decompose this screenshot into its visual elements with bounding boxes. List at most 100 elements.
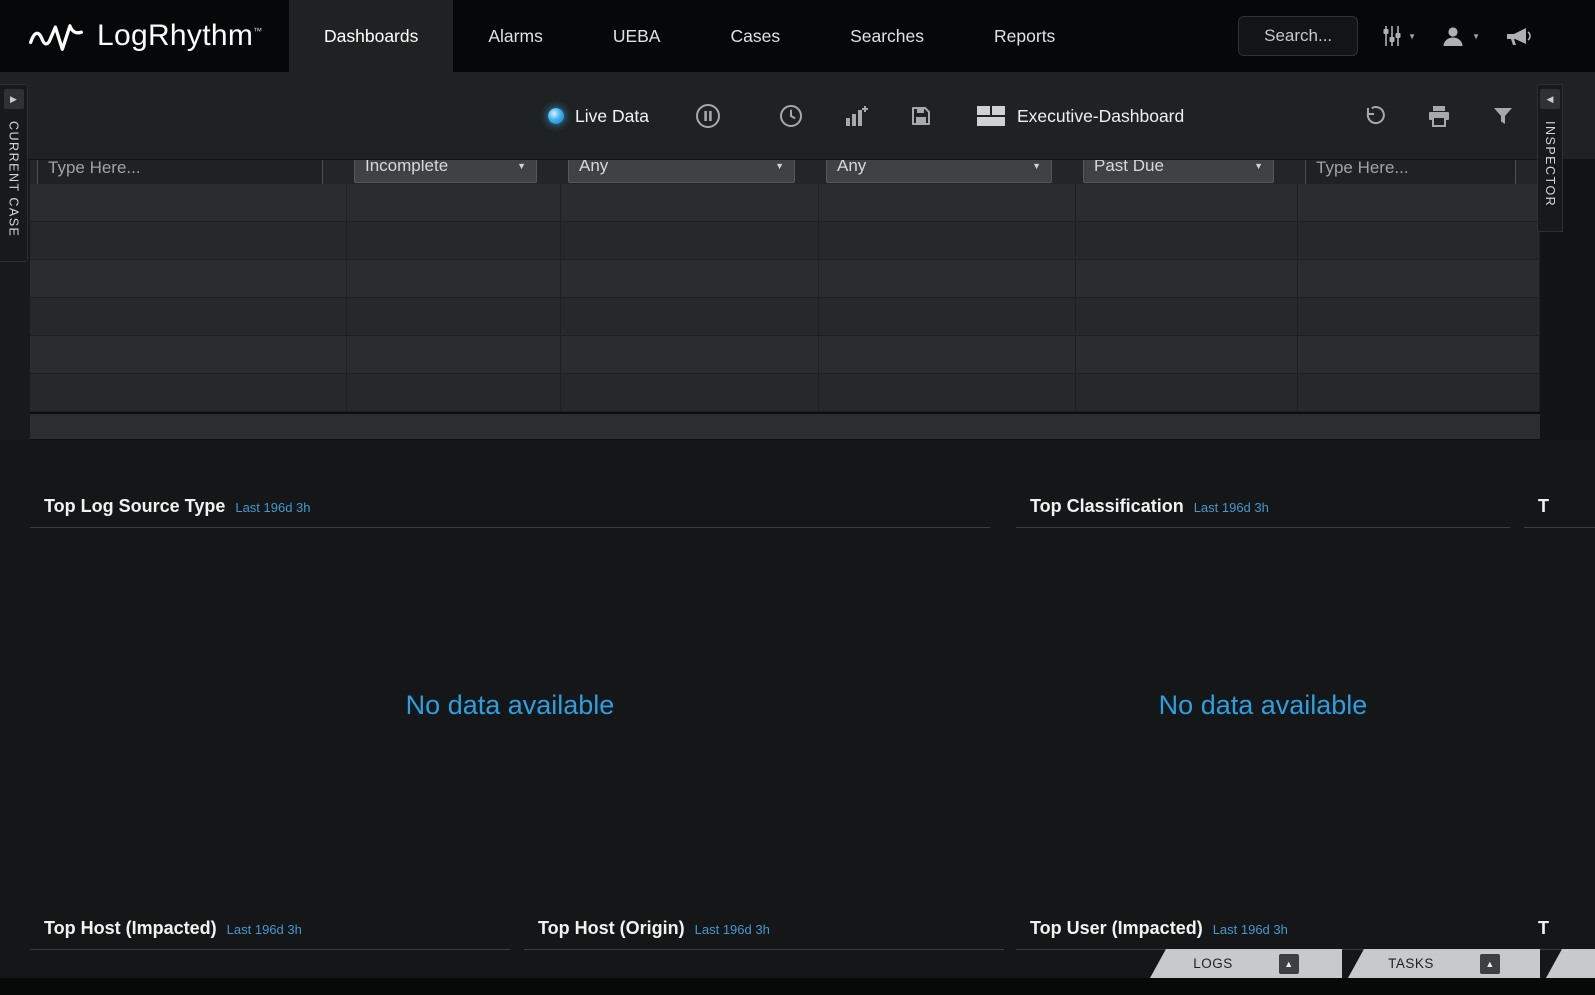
status-filter-dropdown[interactable]: Incomplete ▼ (354, 160, 537, 183)
chart-add-icon (843, 104, 869, 128)
table-cell (30, 260, 347, 297)
nav-tab-cases[interactable]: Cases (695, 0, 815, 72)
table-cell (819, 374, 1076, 411)
grid-filter-row: Incomplete ▼ Any ▼ Any ▼ Past Due (30, 160, 1540, 184)
print-button[interactable] (1427, 105, 1451, 127)
no-data-message: No data available (30, 690, 990, 721)
expand-up-icon[interactable]: ▲ (1279, 954, 1299, 974)
widget-timespan[interactable]: Last 196d 3h (1213, 922, 1288, 937)
announcements-button[interactable] (1504, 24, 1532, 48)
text-filter-input[interactable] (1305, 160, 1516, 184)
chevron-down-icon: ▼ (1408, 32, 1416, 41)
user-icon (1440, 24, 1466, 48)
widget-timespan[interactable]: Last 196d 3h (1194, 500, 1269, 515)
table-row[interactable] (30, 184, 1540, 222)
table-cell (1076, 222, 1298, 259)
tag-filter-value: Any (837, 160, 866, 176)
table-cell (819, 222, 1076, 259)
cases-grid: Incomplete ▼ Any ▼ Any ▼ Past Due (30, 160, 1540, 439)
table-cell (1298, 222, 1540, 259)
dashboard-selector[interactable]: Executive-Dashboard (977, 106, 1184, 127)
filter-cell: Any ▼ (561, 160, 819, 184)
settings-menu[interactable]: ▼ (1382, 25, 1416, 47)
table-row[interactable] (30, 374, 1540, 412)
save-dashboard-button[interactable] (909, 104, 933, 128)
current-case-panel-tab[interactable]: ▶ CURRENT CASE (0, 84, 28, 262)
table-cell (1076, 374, 1298, 411)
table-cell (819, 260, 1076, 297)
due-filter-value: Past Due (1094, 160, 1164, 176)
table-cell (30, 184, 347, 221)
bottom-drawer-bar: LOGS ▲ TASKS ▲ (0, 949, 1595, 978)
pause-button[interactable] (695, 103, 721, 129)
table-cell (561, 184, 819, 221)
table-cell (1076, 184, 1298, 221)
collapse-left-icon[interactable]: ◀ (1540, 89, 1560, 109)
chevron-down-icon: ▼ (517, 161, 526, 171)
no-data-message: No data available (1016, 690, 1510, 721)
inspector-label: INSPECTOR (1543, 121, 1557, 207)
time-range-button[interactable] (779, 104, 803, 128)
expand-right-icon[interactable]: ▶ (4, 89, 24, 109)
filter-cell (1298, 160, 1540, 184)
nav-tab-searches[interactable]: Searches (815, 0, 959, 72)
table-cell (1298, 298, 1540, 335)
add-widget-button[interactable] (843, 104, 869, 128)
widget-title: Top Log Source Type (44, 496, 225, 517)
case-filter-input[interactable] (37, 160, 323, 184)
expand-up-icon[interactable]: ▲ (1480, 954, 1500, 974)
drawer-tab-partial[interactable] (1546, 949, 1595, 978)
dashboard-layout-icon (977, 106, 1005, 126)
widget-timespan[interactable]: Last 196d 3h (227, 922, 302, 937)
table-cell (30, 222, 347, 259)
nav-right-controls: Search... ▼ (1238, 0, 1532, 72)
table-cell (1298, 374, 1540, 411)
save-icon (909, 104, 933, 128)
table-cell (30, 336, 347, 373)
main-nav-tabs: Dashboards Alarms UEBA Cases Searches Re… (289, 0, 1090, 72)
dashboard-name: Executive-Dashboard (1017, 106, 1184, 127)
table-row[interactable] (30, 336, 1540, 374)
table-row[interactable] (30, 222, 1540, 260)
tag-filter-dropdown[interactable]: Any ▼ (826, 160, 1052, 183)
widget-timespan[interactable]: Last 196d 3h (695, 922, 770, 937)
nav-tab-dashboards[interactable]: Dashboards (289, 0, 453, 72)
chevron-down-icon: ▼ (1254, 161, 1263, 171)
widget-top-partial: T (1524, 440, 1595, 910)
table-cell (1298, 336, 1540, 373)
logrhythm-logo[interactable]: LogRhythm™ (28, 0, 262, 72)
inspector-panel-tab[interactable]: ◀ INSPECTOR (1537, 84, 1563, 232)
live-data-toggle[interactable]: Live Data (548, 106, 649, 127)
owner-filter-dropdown[interactable]: Any ▼ (568, 160, 795, 183)
table-cell (1298, 184, 1540, 221)
table-cell (561, 336, 819, 373)
table-row[interactable] (30, 260, 1540, 298)
widget-header: Top User (Impacted) Last 196d 3h (1016, 918, 1510, 950)
nav-tab-alarms[interactable]: Alarms (453, 0, 577, 72)
table-cell (347, 374, 561, 411)
logo-text: LogRhythm™ (97, 19, 262, 53)
widget-title: Top Host (Origin) (538, 918, 685, 939)
table-cell (1298, 260, 1540, 297)
widget-header: Top Host (Origin) Last 196d 3h (524, 918, 1004, 950)
widget-timespan[interactable]: Last 196d 3h (235, 500, 310, 515)
tasks-drawer-tab[interactable]: TASKS ▲ (1348, 949, 1540, 978)
widget-title: T (1538, 496, 1549, 517)
table-footer (30, 414, 1540, 439)
table-row[interactable] (30, 298, 1540, 336)
due-filter-dropdown[interactable]: Past Due ▼ (1083, 160, 1274, 183)
nav-tab-ueba[interactable]: UEBA (578, 0, 696, 72)
filter-cell: Past Due ▼ (1076, 160, 1298, 184)
reset-button[interactable] (1361, 104, 1385, 128)
chevron-down-icon: ▼ (775, 161, 784, 171)
pause-icon (695, 103, 721, 129)
user-menu[interactable]: ▼ (1440, 24, 1480, 48)
logs-drawer-tab[interactable]: LOGS ▲ (1150, 949, 1342, 978)
nav-tab-reports[interactable]: Reports (959, 0, 1090, 72)
table-cell (819, 298, 1076, 335)
top-nav: LogRhythm™ Dashboards Alarms UEBA Cases … (0, 0, 1595, 72)
filter-button[interactable] (1493, 106, 1513, 126)
widget-header: T (1524, 918, 1595, 950)
table-cell (347, 298, 561, 335)
search-button[interactable]: Search... (1238, 16, 1358, 56)
